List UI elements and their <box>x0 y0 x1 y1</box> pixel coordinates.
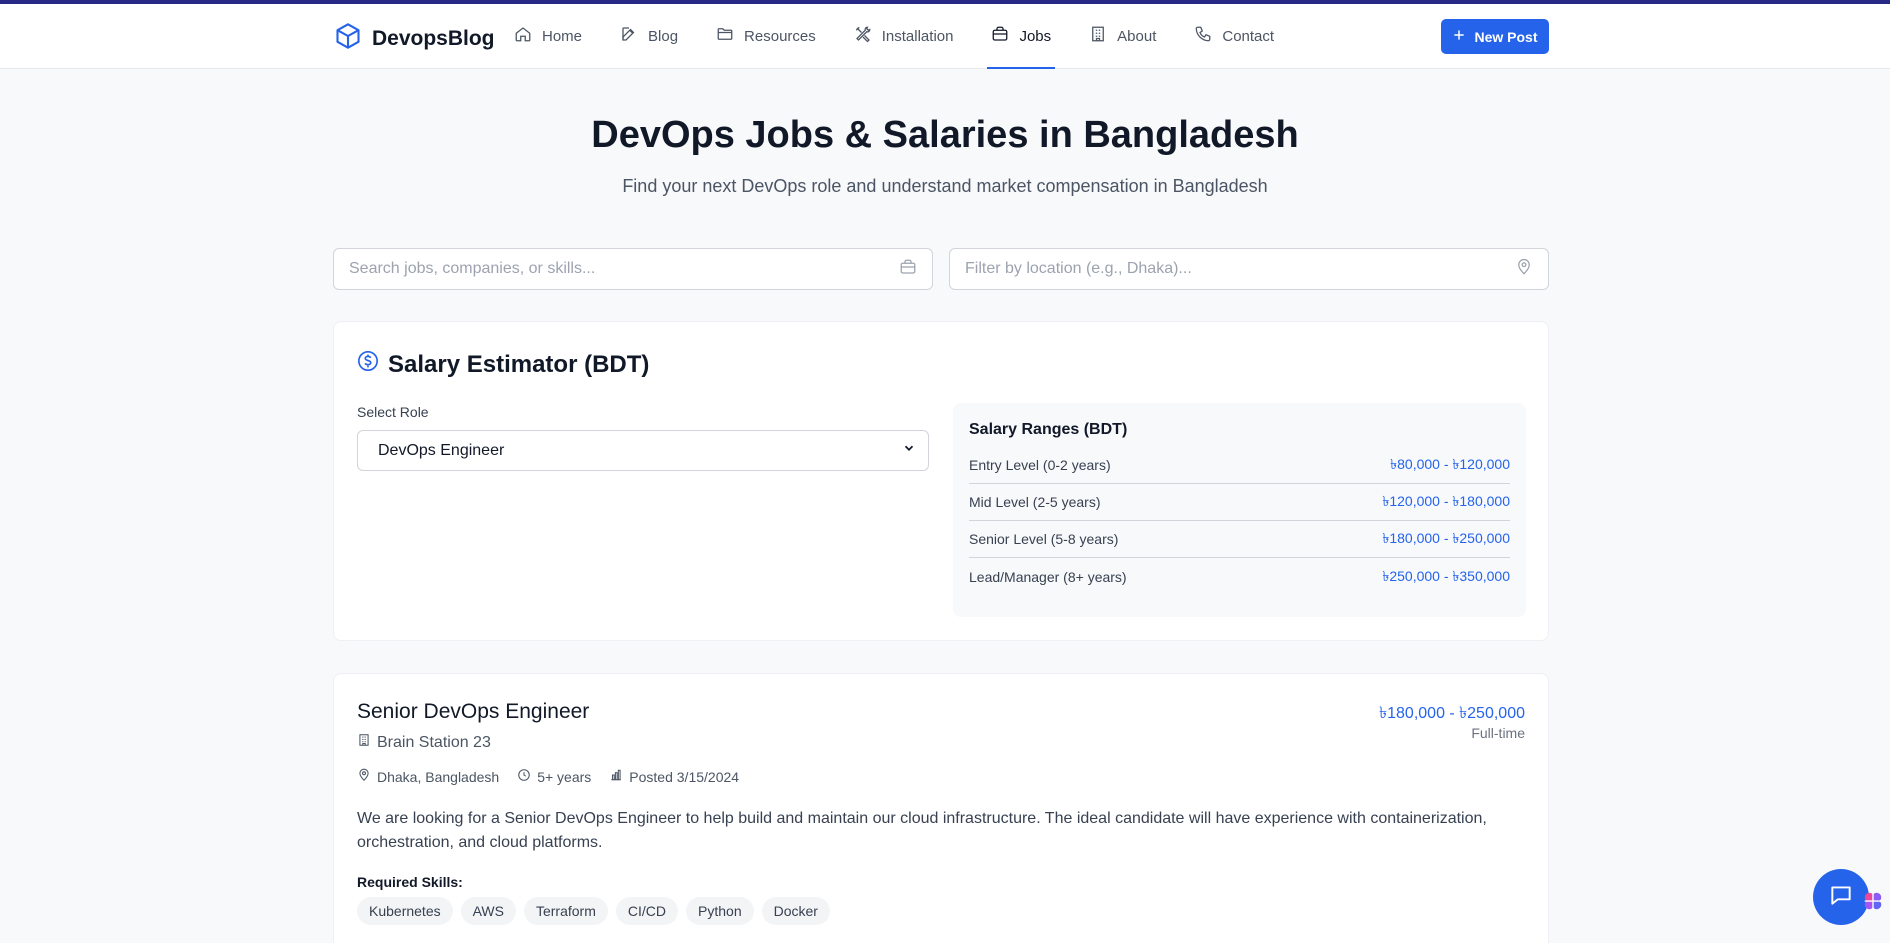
nav-item-blog[interactable]: Blog <box>620 4 678 68</box>
salary-range-row: Senior Level (5-8 years) ৳180,000 - ৳250… <box>969 521 1510 558</box>
skill-tag: Python <box>686 897 754 925</box>
new-post-button[interactable]: New Post <box>1441 19 1549 54</box>
salary-ranges-title: Salary Ranges (BDT) <box>969 421 1128 438</box>
chevron-down-icon <box>902 441 916 460</box>
range-value: ৳80,000 - ৳120,000 <box>1390 456 1510 472</box>
nav-item-installation[interactable]: Installation <box>854 4 954 68</box>
briefcase-icon <box>899 258 917 281</box>
salary-ranges-panel: Salary Ranges (BDT) Entry Level (0-2 yea… <box>953 403 1526 617</box>
nav-label: Contact <box>1222 27 1275 45</box>
skill-tag: AWS <box>460 897 516 925</box>
nav-label: Resources <box>744 27 816 45</box>
map-pin-icon <box>1515 258 1533 281</box>
home-icon <box>514 25 532 47</box>
range-label: Lead/Manager (8+ years) <box>969 568 1127 585</box>
skills-list: Kubernetes AWS Terraform CI/CD Python Do… <box>357 897 830 925</box>
range-label: Senior Level (5-8 years) <box>969 531 1119 547</box>
nav-label: Jobs <box>1019 27 1052 45</box>
building-icon <box>357 733 371 752</box>
job-location: Dhaka, Bangladesh <box>357 768 499 785</box>
job-title[interactable]: Senior DevOps Engineer <box>357 700 589 724</box>
job-search-box <box>333 248 933 290</box>
job-salary: ৳180,000 - ৳250,000 <box>1379 705 1525 722</box>
main-nav: Home Blog Resources Installation Jobs Ab… <box>514 4 1312 69</box>
company-name: Brain Station 23 <box>377 733 491 751</box>
range-value: ৳180,000 - ৳250,000 <box>1382 530 1510 546</box>
nav-item-about[interactable]: About <box>1089 4 1156 68</box>
brain-icon[interactable] <box>1862 890 1884 912</box>
range-label: Entry Level (0-2 years) <box>969 457 1111 473</box>
salary-estimator-card: Salary Estimator (BDT) Select Role DevOp… <box>333 321 1549 641</box>
map-pin-icon <box>357 768 371 785</box>
nav-label: Blog <box>648 27 679 45</box>
page-subtitle: Find your next DevOps role and understan… <box>622 176 1268 196</box>
nav-item-home[interactable]: Home <box>514 4 582 68</box>
nav-item-jobs[interactable]: Jobs <box>987 4 1055 69</box>
job-card[interactable]: Senior DevOps Engineer Brain Station 23 … <box>333 673 1549 943</box>
skills-label: Required Skills: <box>357 874 463 890</box>
estimator-heading: Salary Estimator (BDT) <box>357 350 649 379</box>
nav-label: Installation <box>881 27 954 45</box>
skill-tag: Terraform <box>523 897 608 925</box>
chat-icon <box>1828 882 1854 913</box>
experience-text: 5+ years <box>537 768 592 785</box>
tools-icon <box>854 25 872 47</box>
bar-chart-icon <box>609 768 623 785</box>
job-search-input[interactable] <box>349 260 899 278</box>
posted-text: Posted 3/15/2024 <box>629 768 740 785</box>
page-title: DevOps Jobs & Salaries in Bangladesh <box>591 114 1299 156</box>
salary-range-row: Mid Level (2-5 years) ৳120,000 - ৳180,00… <box>969 484 1510 521</box>
location-text: Dhaka, Bangladesh <box>377 768 500 785</box>
salary-range-row: Entry Level (0-2 years) ৳80,000 - ৳120,0… <box>969 447 1510 484</box>
site-header: DevopsBlog Home Blog Resources Installat… <box>0 4 1890 69</box>
skill-tag: Docker <box>761 897 830 925</box>
job-type: Full-time <box>1471 725 1525 741</box>
location-filter-box <box>949 248 1549 290</box>
dollar-circle-icon <box>357 350 379 379</box>
role-select[interactable]: DevOps Engineer <box>357 430 929 471</box>
location-filter-input[interactable] <box>965 260 1515 278</box>
building-icon <box>1089 25 1107 47</box>
chat-button[interactable] <box>1813 869 1869 925</box>
new-post-label: New Post <box>1474 28 1538 45</box>
nav-label: Home <box>542 27 583 45</box>
edit-icon <box>620 25 638 47</box>
job-experience: 5+ years <box>517 768 591 785</box>
plus-icon <box>1452 28 1466 45</box>
job-posted: Posted 3/15/2024 <box>609 768 739 785</box>
briefcase-icon <box>991 25 1009 47</box>
select-role-label: Select Role <box>357 404 429 420</box>
range-value: ৳120,000 - ৳180,000 <box>1382 493 1510 509</box>
role-select-value: DevOps Engineer <box>378 441 505 459</box>
estimator-title: Salary Estimator (BDT) <box>388 350 650 378</box>
range-label: Mid Level (2-5 years) <box>969 494 1101 510</box>
job-description: We are looking for a Senior DevOps Engin… <box>357 810 1487 851</box>
salary-range-row: Lead/Manager (8+ years) ৳250,000 - ৳350,… <box>969 558 1510 595</box>
skill-tag: CI/CD <box>615 897 679 925</box>
range-value: ৳250,000 - ৳350,000 <box>1382 567 1510 584</box>
nav-item-resources[interactable]: Resources <box>716 4 816 68</box>
nav-label: About <box>1117 27 1157 45</box>
cube-icon <box>334 22 362 55</box>
nav-item-contact[interactable]: Contact <box>1194 4 1274 68</box>
job-meta: Dhaka, Bangladesh 5+ years Posted 3/15/2… <box>357 768 739 785</box>
brand-name: DevopsBlog <box>372 26 495 50</box>
phone-icon <box>1194 25 1212 47</box>
job-company: Brain Station 23 <box>357 733 491 752</box>
folder-icon <box>716 25 734 47</box>
brand-logo[interactable]: DevopsBlog <box>334 22 495 55</box>
skill-tag: Kubernetes <box>357 897 453 925</box>
clock-icon <box>517 768 531 785</box>
